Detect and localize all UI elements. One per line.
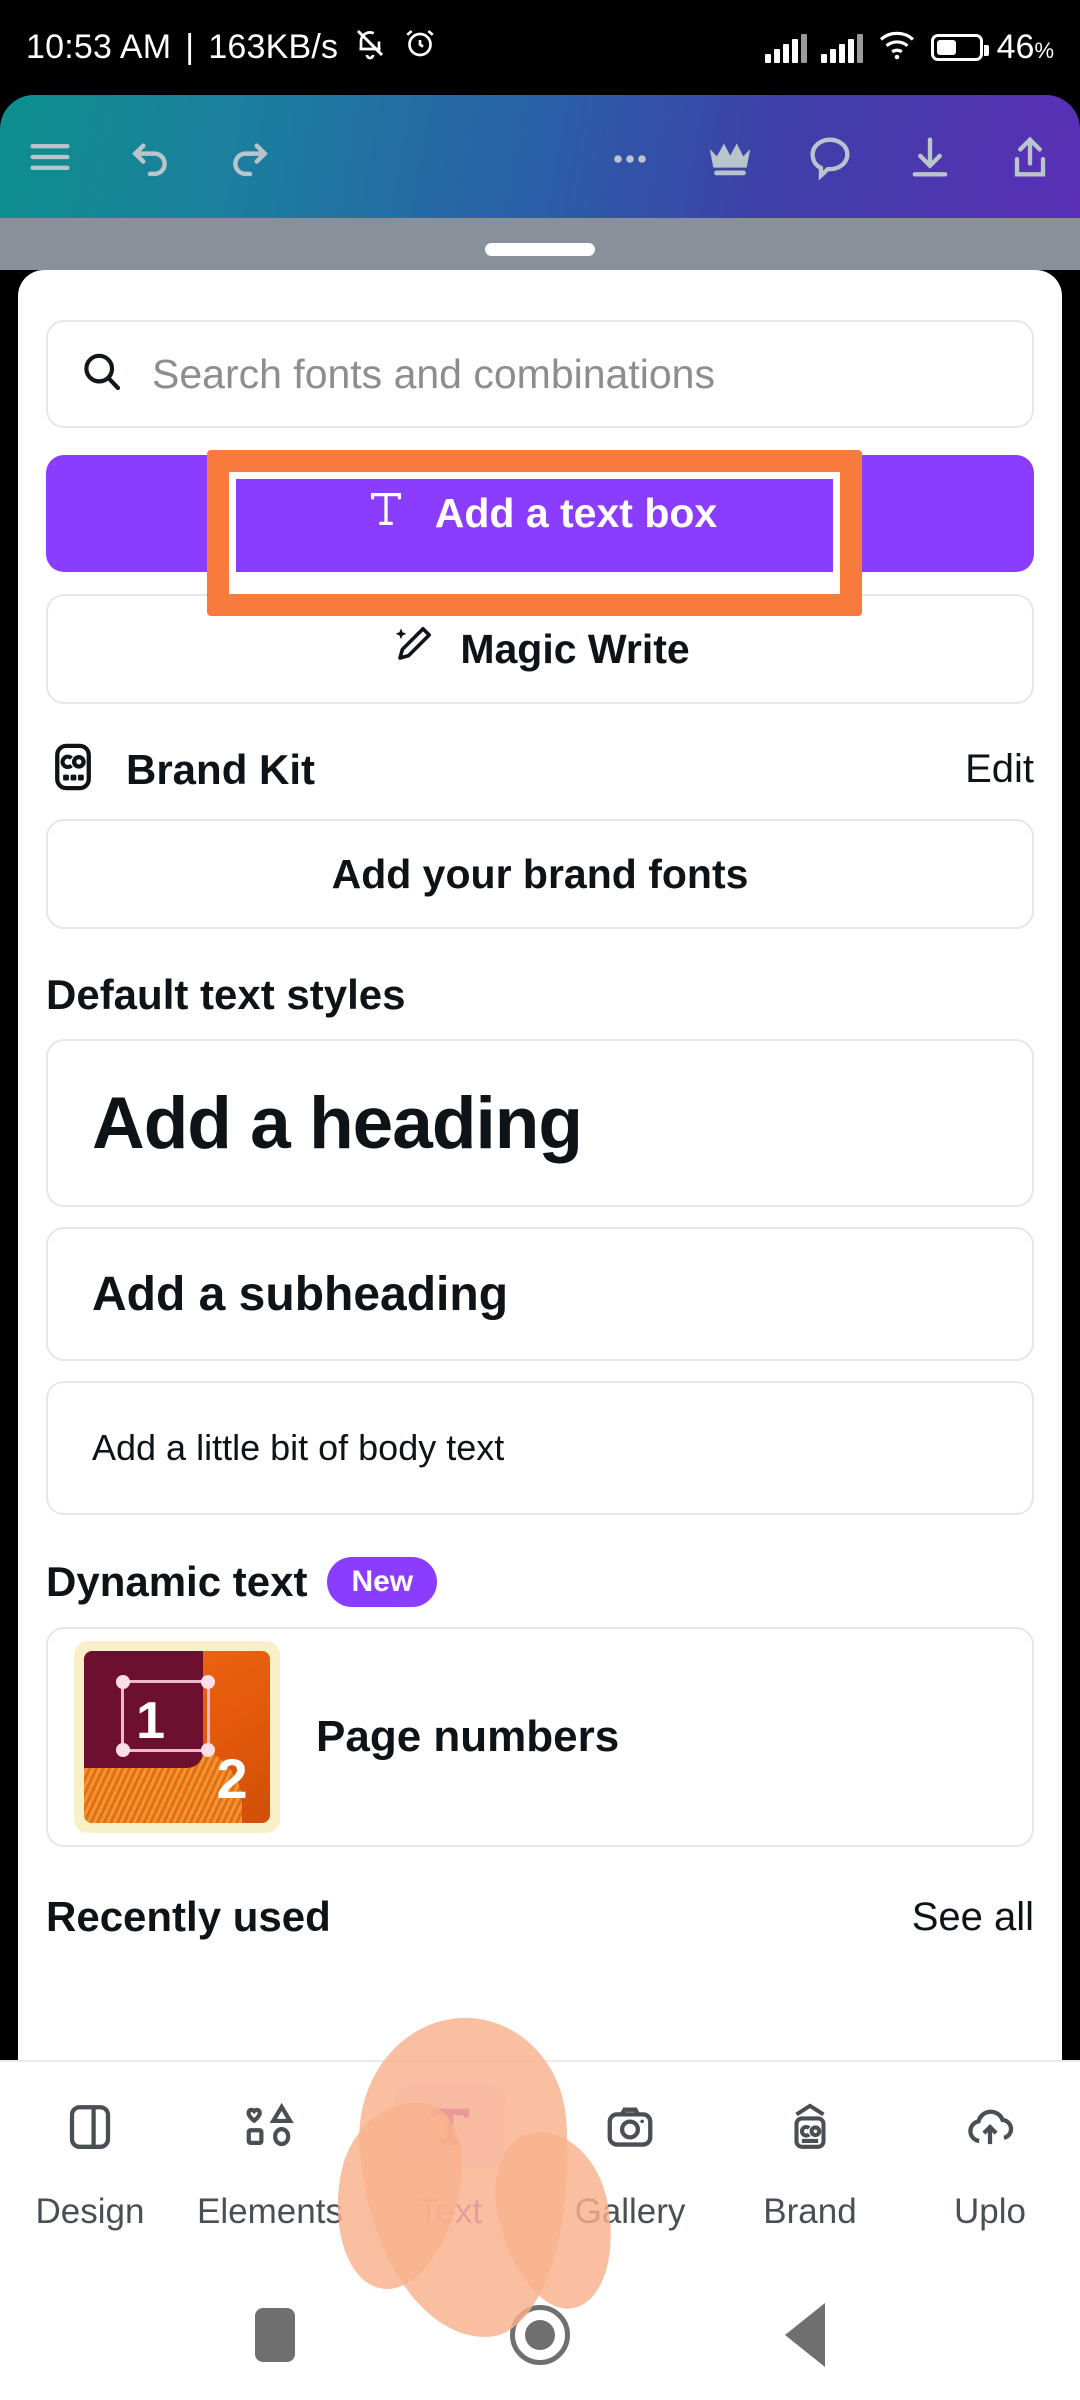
search-icon — [78, 348, 126, 401]
android-system-nav — [0, 2270, 1080, 2400]
battery-unit: % — [1034, 38, 1054, 63]
camera-gallery-icon — [575, 2084, 685, 2170]
alarm-clock-icon — [402, 25, 438, 70]
recently-used-title: Recently used — [46, 1893, 331, 1940]
editor-toolbar — [0, 95, 1080, 218]
add-brand-fonts-button[interactable]: Add your brand fonts — [46, 819, 1034, 929]
cloud-upload-icon — [935, 2084, 1045, 2170]
undo-icon[interactable] — [100, 107, 200, 207]
default-text-styles-title: Default text styles — [46, 971, 406, 1018]
back-triangle-icon[interactable] — [785, 2303, 825, 2367]
battery-percent: 46 — [996, 28, 1035, 66]
bottom-nav-gallery-tab[interactable]: Gallery — [540, 2084, 720, 2232]
bottom-nav-design-label: Design — [35, 2192, 145, 2231]
bottom-nav: Design Elements Text Gallery Brand Uplo — [0, 2060, 1080, 2270]
download-icon[interactable] — [880, 107, 980, 207]
new-badge: New — [327, 1557, 438, 1607]
comment-bubble-icon[interactable] — [780, 107, 880, 207]
search-input[interactable]: Search fonts and combinations — [46, 320, 1034, 428]
status-separator: | — [185, 28, 195, 66]
brand-kit-edit-link[interactable]: Edit — [965, 747, 1034, 792]
status-time: 10:53 AM — [26, 28, 172, 66]
magic-pencil-icon — [390, 620, 438, 678]
add-subheading-card[interactable]: Add a subheading — [46, 1227, 1034, 1361]
brand-kit-icon — [755, 2084, 865, 2170]
dynamic-text-title: Dynamic text — [46, 1558, 308, 1605]
bottom-nav-elements-label: Elements — [197, 2192, 343, 2231]
shapes-elements-icon — [215, 2084, 325, 2170]
bottom-nav-text-tab[interactable]: Text — [360, 2084, 540, 2232]
magic-write-button[interactable]: Magic Write — [46, 594, 1034, 704]
more-options-icon[interactable] — [580, 107, 680, 207]
cellular-signal-icon — [764, 33, 807, 63]
bottom-nav-uploads-tab[interactable]: Uplo — [900, 2084, 1080, 2232]
status-bar: 10:53 AM | 163KB/s 46% — [0, 0, 1080, 95]
add-body-text-label: Add a little bit of body text — [92, 1427, 505, 1468]
dynamic-text-header: Dynamic text New — [46, 1557, 1034, 1607]
home-circle-icon[interactable] — [510, 2305, 570, 2365]
bottom-nav-text-label: Text — [417, 2192, 483, 2231]
bottom-nav-uploads-label: Uplo — [954, 2192, 1026, 2231]
recently-used-header: Recently used See all — [46, 1893, 1034, 1941]
text-t-icon — [395, 2084, 505, 2170]
share-icon[interactable] — [980, 107, 1080, 207]
page-numbers-label: Page numbers — [316, 1712, 620, 1761]
bottom-nav-design-tab[interactable]: Design — [0, 2084, 180, 2232]
add-heading-label: Add a heading — [92, 1082, 583, 1164]
add-body-text-card[interactable]: Add a little bit of body text — [46, 1381, 1034, 1515]
status-network-speed: 163KB/s — [208, 28, 339, 66]
cellular-signal-icon-2 — [820, 33, 863, 63]
add-a-text-box-label: Add a text box — [434, 490, 718, 536]
thumb-number-two: 2 — [216, 1746, 248, 1810]
thumb-number-one: 1 — [136, 1691, 165, 1750]
recently-used-see-all-link[interactable]: See all — [912, 1895, 1034, 1940]
bottom-nav-gallery-label: Gallery — [574, 2192, 686, 2231]
text-t-icon — [363, 486, 409, 542]
sheet-drag-handle[interactable] — [485, 243, 595, 256]
crown-icon[interactable] — [680, 107, 780, 207]
recents-square-icon[interactable] — [255, 2308, 295, 2362]
text-panel-sheet: Search fonts and combinations Add a text… — [18, 270, 1062, 2060]
search-placeholder: Search fonts and combinations — [152, 350, 715, 397]
wifi-icon — [877, 29, 917, 66]
redo-icon[interactable] — [200, 107, 300, 207]
bottom-nav-brand-tab[interactable]: Brand — [720, 2084, 900, 2232]
add-brand-fonts-label: Add your brand fonts — [331, 850, 749, 897]
brand-kit-icon — [46, 740, 100, 799]
battery-icon — [930, 34, 989, 61]
bottom-nav-elements-tab[interactable]: Elements — [180, 2084, 360, 2232]
layout-design-icon — [35, 2084, 145, 2170]
page-numbers-card[interactable]: 1 2 Page numbers — [46, 1627, 1034, 1847]
brand-kit-header: Brand Kit Edit — [46, 740, 1034, 799]
brand-kit-title: Brand Kit — [126, 745, 315, 793]
page-numbers-thumbnail: 1 2 — [74, 1641, 280, 1833]
bottom-nav-brand-label: Brand — [763, 2192, 857, 2231]
add-heading-card[interactable]: Add a heading — [46, 1039, 1034, 1207]
bell-muted-icon — [352, 25, 388, 70]
add-a-text-box-button[interactable]: Add a text box — [46, 455, 1034, 572]
add-subheading-label: Add a subheading — [92, 1267, 509, 1321]
magic-write-label: Magic Write — [460, 625, 690, 672]
hamburger-menu-icon[interactable] — [0, 107, 100, 207]
